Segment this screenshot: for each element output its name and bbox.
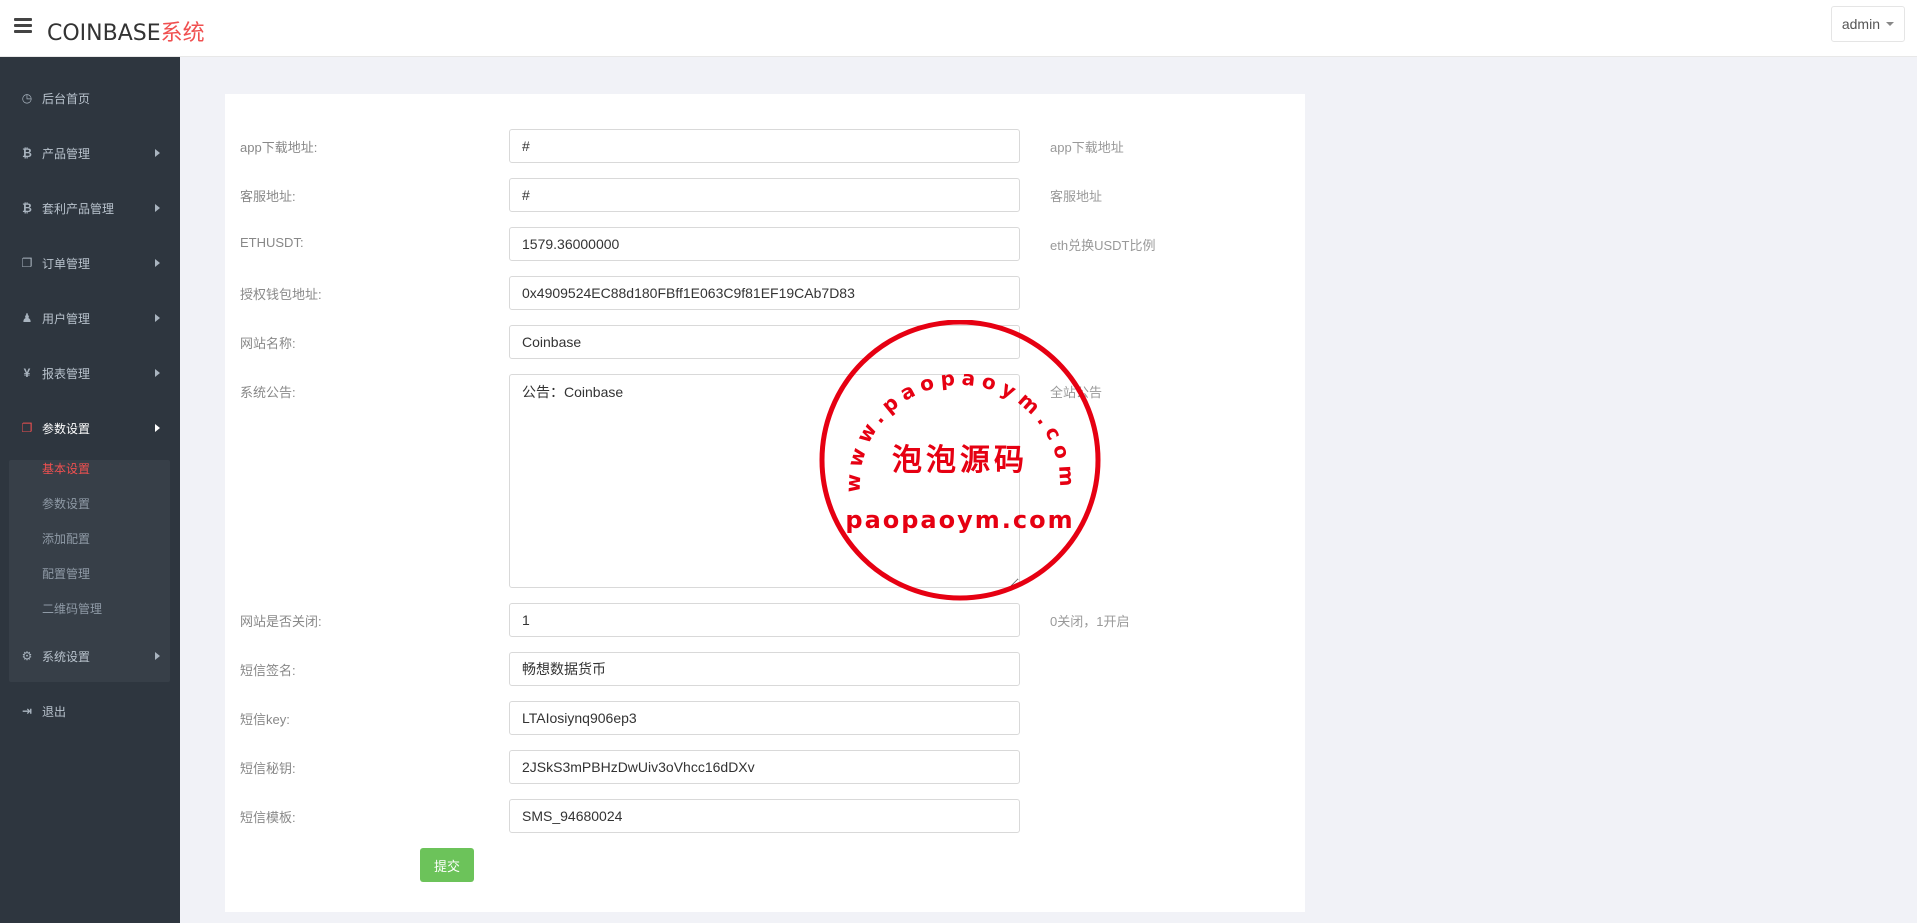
user-menu-button[interactable]: admin <box>1830 6 1905 42</box>
ethusdt-input[interactable] <box>509 227 1020 261</box>
label-wallet-address: 授权钱包地址: <box>240 287 322 302</box>
user-name: admin <box>1841 16 1880 32</box>
top-header: COINBASE系统 admin <box>0 0 1917 57</box>
sms-secret-input[interactable] <box>509 750 1020 784</box>
sidebar-item-label: 退出 <box>42 704 67 719</box>
chevron-right-icon <box>155 204 160 212</box>
sidebar-item-users[interactable]: ♟ 用户管理 <box>0 296 180 340</box>
sidebar-item-arbitrage-products[interactable]: ₿ 套利产品管理 <box>0 186 180 230</box>
sms-signature-input[interactable] <box>509 652 1020 686</box>
sidebar-item-products[interactable]: ₿ 产品管理 <box>0 131 180 175</box>
bitcoin-icon: ₿ <box>22 146 32 160</box>
label-sms-key: 短信key: <box>240 712 290 727</box>
logo-accent-text: 系统 <box>160 21 205 46</box>
chevron-right-icon <box>155 259 160 267</box>
sidebar-subitem-parameter-settings[interactable]: 参数设置 <box>42 495 90 512</box>
label-support-url: 客服地址: <box>240 189 296 204</box>
sidebar-subitem-basic-settings[interactable]: 基本设置 <box>42 460 90 477</box>
sidebar-item-orders[interactable]: ❐ 订单管理 <box>0 241 180 285</box>
sidebar-subitem-qrcode-management[interactable]: 二维码管理 <box>42 600 102 617</box>
sign-out-icon: ⇥ <box>21 704 33 718</box>
hint-site-closed: 0关闭，1开启 <box>1050 614 1130 629</box>
label-site-closed: 网站是否关闭: <box>240 614 322 629</box>
cogs-icon: ⚙ <box>21 649 33 663</box>
hint-ethusdt: eth兑换USDT比例 <box>1050 238 1156 253</box>
chevron-right-icon <box>155 369 160 377</box>
label-ethusdt: ETHUSDT: <box>240 235 304 250</box>
chevron-right-icon <box>155 314 160 322</box>
label-sms-template: 短信模板: <box>240 810 296 825</box>
app-download-url-input[interactable] <box>509 129 1020 163</box>
chevron-right-icon <box>155 149 160 157</box>
bitcoin-icon: ₿ <box>22 201 32 215</box>
chevron-down-icon <box>1886 22 1894 26</box>
support-url-input[interactable] <box>509 178 1020 212</box>
sidebar-item-label: 用户管理 <box>42 311 91 326</box>
sms-template-input[interactable] <box>509 799 1020 833</box>
label-app-download: app下载地址: <box>240 140 318 155</box>
copy-icon: ❐ <box>21 256 33 270</box>
sidebar-item-label: 系统设置 <box>42 649 91 664</box>
sidebar-subitem-add-config[interactable]: 添加配置 <box>42 530 90 547</box>
settings-copy-icon: ❐ <box>21 421 33 435</box>
label-sms-secret: 短信秘钥: <box>240 761 296 776</box>
label-announcement: 系统公告: <box>240 385 296 400</box>
submit-button[interactable]: 提交 <box>420 848 474 882</box>
sidebar-item-label: 参数设置 <box>42 421 91 436</box>
sidebar-subitem-config-management[interactable]: 配置管理 <box>42 565 90 582</box>
hint-support-url: 客服地址 <box>1050 189 1103 204</box>
sidebar-item-dashboard[interactable]: ◷ 后台首页 <box>0 76 180 120</box>
sidebar-item-parameters[interactable]: ❐ 参数设置 <box>0 406 180 450</box>
chevron-right-icon <box>155 652 160 660</box>
app-logo: COINBASE系统 <box>47 15 205 47</box>
wallet-address-input[interactable] <box>509 276 1020 310</box>
announcement-textarea[interactable]: 公告：Coinbase <box>509 374 1020 588</box>
sidebar-item-label: 套利产品管理 <box>42 201 115 216</box>
site-closed-input[interactable] <box>509 603 1020 637</box>
chevron-right-icon <box>155 424 160 432</box>
sidebar: ◷ 后台首页 ₿ 产品管理 ₿ 套利产品管理 ❐ 订单管理 ♟ 用户管理 ¥ 报… <box>0 57 180 923</box>
sidebar-item-reports[interactable]: ¥ 报表管理 <box>0 351 180 395</box>
hint-app-download: app下载地址 <box>1050 140 1124 155</box>
sidebar-item-label: 产品管理 <box>42 146 91 161</box>
label-site-name: 网站名称: <box>240 336 296 351</box>
sidebar-item-logout[interactable]: ⇥ 退出 <box>0 689 180 733</box>
sidebar-item-system-settings[interactable]: ⚙ 系统设置 <box>0 634 180 678</box>
menu-toggle-icon[interactable] <box>14 18 32 34</box>
dashboard-icon: ◷ <box>21 91 33 105</box>
user-icon: ♟ <box>21 311 33 325</box>
sidebar-item-label: 订单管理 <box>42 256 91 271</box>
hint-announcement: 全站公告 <box>1050 385 1103 400</box>
sidebar-item-label: 报表管理 <box>42 366 91 381</box>
site-name-input[interactable] <box>509 325 1020 359</box>
label-sms-signature: 短信签名: <box>240 663 296 678</box>
settings-form-panel: app下载地址: app下载地址 客服地址: 客服地址 ETHUSDT: eth… <box>225 94 1305 912</box>
logo-main-text: COINBASE <box>47 21 161 46</box>
yen-icon: ¥ <box>23 366 31 380</box>
sms-key-input[interactable] <box>509 701 1020 735</box>
sidebar-item-label: 后台首页 <box>42 91 91 106</box>
